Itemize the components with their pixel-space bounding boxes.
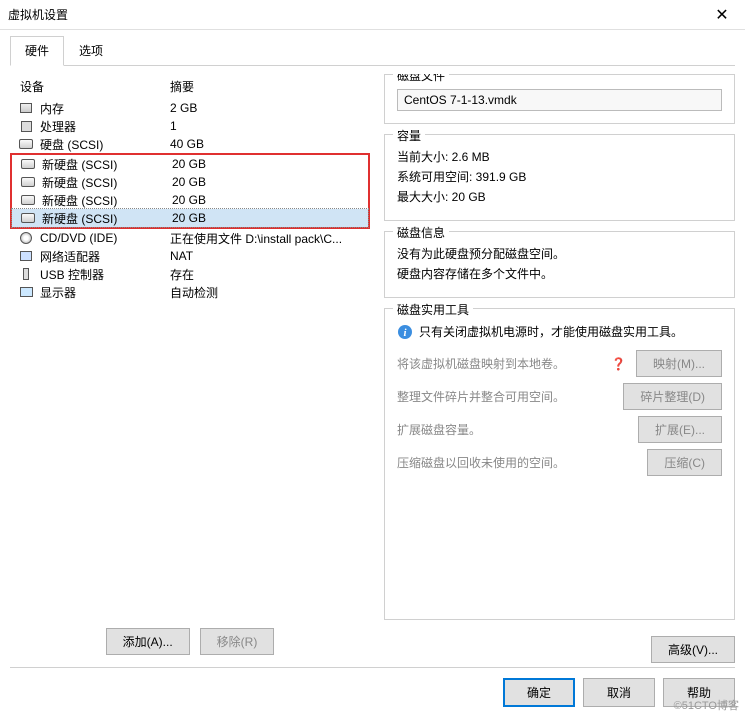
device-row[interactable]: USB 控制器存在	[10, 265, 370, 283]
device-summary: 40 GB	[170, 137, 370, 151]
device-label: CD/DVD (IDE)	[40, 231, 170, 245]
device-summary: 存在	[170, 266, 370, 283]
device-label: 新硬盘 (SCSI)	[42, 174, 172, 191]
device-row[interactable]: 新硬盘 (SCSI)20 GB	[12, 173, 368, 191]
disk-icon	[20, 175, 36, 189]
group-tools: 磁盘实用工具 i 只有关闭虚拟机电源时，才能使用磁盘实用工具。 将该虚拟机磁盘映…	[384, 308, 735, 620]
left-buttons: 添加(A)... 移除(R)	[10, 620, 370, 663]
device-summary: 2 GB	[170, 101, 370, 115]
device-row[interactable]: 处理器1	[10, 117, 370, 135]
device-label: 硬盘 (SCSI)	[40, 136, 170, 153]
compact-desc: 压缩磁盘以回收未使用的空间。	[397, 454, 637, 471]
left-panel: 设备 摘要 内存2 GB处理器1硬盘 (SCSI)40 GB新硬盘 (SCSI)…	[10, 74, 370, 663]
map-button[interactable]: 映射(M)...	[636, 350, 722, 377]
memory-icon	[18, 101, 34, 115]
disk-icon	[20, 211, 36, 225]
device-summary: 20 GB	[172, 193, 368, 207]
diskfile-title: 磁盘文件	[393, 74, 449, 84]
tools-title: 磁盘实用工具	[393, 301, 473, 318]
close-icon[interactable]: ✕	[707, 0, 737, 30]
table-header: 设备 摘要	[10, 74, 370, 99]
header-summary: 摘要	[170, 78, 370, 95]
device-summary: 20 GB	[172, 157, 368, 171]
tab-hardware[interactable]: 硬件	[10, 36, 64, 66]
group-capacity: 容量 当前大小: 2.6 MB 系统可用空间: 391.9 GB 最大大小: 2…	[384, 134, 735, 221]
content: 硬件 选项 设备 摘要 内存2 GB处理器1硬盘 (SCSI)40 GB新硬盘 …	[0, 30, 745, 717]
device-label: 新硬盘 (SCSI)	[42, 192, 172, 209]
advanced-button[interactable]: 高级(V)...	[651, 636, 735, 663]
right-panel: 磁盘文件 CentOS 7-1-13.vmdk 容量 当前大小: 2.6 MB …	[384, 74, 735, 663]
device-summary: 1	[170, 119, 370, 133]
help-icon[interactable]: ❓	[611, 357, 626, 371]
defrag-button[interactable]: 碎片整理(D)	[623, 383, 722, 410]
device-summary: NAT	[170, 249, 370, 263]
device-label: USB 控制器	[40, 266, 170, 283]
tab-options[interactable]: 选项	[64, 36, 118, 65]
diskinfo-line1: 没有为此硬盘预分配磁盘空间。	[397, 245, 722, 262]
diskinfo-line2: 硬盘内容存储在多个文件中。	[397, 265, 722, 282]
highlight-box: 新硬盘 (SCSI)20 GB新硬盘 (SCSI)20 GB新硬盘 (SCSI)…	[10, 153, 370, 229]
net-icon	[18, 249, 34, 263]
group-diskinfo: 磁盘信息 没有为此硬盘预分配磁盘空间。 硬盘内容存储在多个文件中。	[384, 231, 735, 298]
ok-button[interactable]: 确定	[503, 678, 575, 707]
disk-icon	[18, 137, 34, 151]
tool-row-compact: 压缩磁盘以回收未使用的空间。 压缩(C)	[397, 449, 722, 476]
tools-note-text: 只有关闭虚拟机电源时，才能使用磁盘实用工具。	[419, 323, 683, 340]
advanced-row: 高级(V)...	[384, 630, 735, 663]
device-summary: 正在使用文件 D:\install pack\C...	[170, 230, 370, 247]
device-row[interactable]: 新硬盘 (SCSI)20 GB	[12, 191, 368, 209]
diskinfo-title: 磁盘信息	[393, 224, 449, 241]
diskfile-value[interactable]: CentOS 7-1-13.vmdk	[397, 89, 722, 111]
bottom-buttons: 确定 取消 帮助	[10, 667, 735, 707]
expand-button[interactable]: 扩展(E)...	[638, 416, 722, 443]
device-row[interactable]: 新硬盘 (SCSI)20 GB	[12, 209, 368, 227]
usb-icon	[18, 267, 34, 281]
main-area: 设备 摘要 内存2 GB处理器1硬盘 (SCSI)40 GB新硬盘 (SCSI)…	[10, 74, 735, 663]
device-label: 新硬盘 (SCSI)	[42, 156, 172, 173]
cpu-icon	[18, 119, 34, 133]
tools-note: i 只有关闭虚拟机电源时，才能使用磁盘实用工具。	[397, 323, 722, 340]
map-desc: 将该虚拟机磁盘映射到本地卷。	[397, 355, 601, 372]
tabs: 硬件 选项	[10, 36, 735, 66]
tool-row-map: 将该虚拟机磁盘映射到本地卷。 ❓ 映射(M)...	[397, 350, 722, 377]
device-row[interactable]: 显示器自动检测	[10, 283, 370, 301]
device-row[interactable]: 网络适配器NAT	[10, 247, 370, 265]
cd-icon	[18, 231, 34, 245]
device-label: 新硬盘 (SCSI)	[42, 210, 172, 227]
device-label: 处理器	[40, 118, 170, 135]
group-diskfile: 磁盘文件 CentOS 7-1-13.vmdk	[384, 74, 735, 124]
disk-icon	[20, 157, 36, 171]
cancel-button[interactable]: 取消	[583, 678, 655, 707]
remove-button[interactable]: 移除(R)	[200, 628, 275, 655]
capacity-current: 当前大小: 2.6 MB	[397, 148, 722, 165]
device-summary: 20 GB	[172, 211, 368, 225]
device-summary: 自动检测	[170, 284, 370, 301]
device-row[interactable]: 硬盘 (SCSI)40 GB	[10, 135, 370, 153]
titlebar: 虚拟机设置 ✕	[0, 0, 745, 30]
device-summary: 20 GB	[172, 175, 368, 189]
device-label: 网络适配器	[40, 248, 170, 265]
capacity-max: 最大大小: 20 GB	[397, 188, 722, 205]
defrag-desc: 整理文件碎片并整合可用空间。	[397, 388, 613, 405]
device-table: 设备 摘要 内存2 GB处理器1硬盘 (SCSI)40 GB新硬盘 (SCSI)…	[10, 74, 370, 620]
device-row[interactable]: 内存2 GB	[10, 99, 370, 117]
compact-button[interactable]: 压缩(C)	[647, 449, 722, 476]
window-title: 虚拟机设置	[8, 6, 707, 23]
display-icon	[18, 285, 34, 299]
tool-row-expand: 扩展磁盘容量。 扩展(E)...	[397, 416, 722, 443]
device-row[interactable]: CD/DVD (IDE)正在使用文件 D:\install pack\C...	[10, 229, 370, 247]
device-row[interactable]: 新硬盘 (SCSI)20 GB	[12, 155, 368, 173]
info-icon: i	[397, 324, 413, 340]
device-label: 内存	[40, 100, 170, 117]
disk-icon	[20, 193, 36, 207]
watermark: ©51CTO博客	[674, 697, 739, 713]
add-button[interactable]: 添加(A)...	[106, 628, 190, 655]
tool-row-defrag: 整理文件碎片并整合可用空间。 碎片整理(D)	[397, 383, 722, 410]
capacity-free: 系统可用空间: 391.9 GB	[397, 168, 722, 185]
expand-desc: 扩展磁盘容量。	[397, 421, 628, 438]
capacity-title: 容量	[393, 127, 425, 144]
header-device: 设备	[10, 78, 170, 95]
device-label: 显示器	[40, 284, 170, 301]
